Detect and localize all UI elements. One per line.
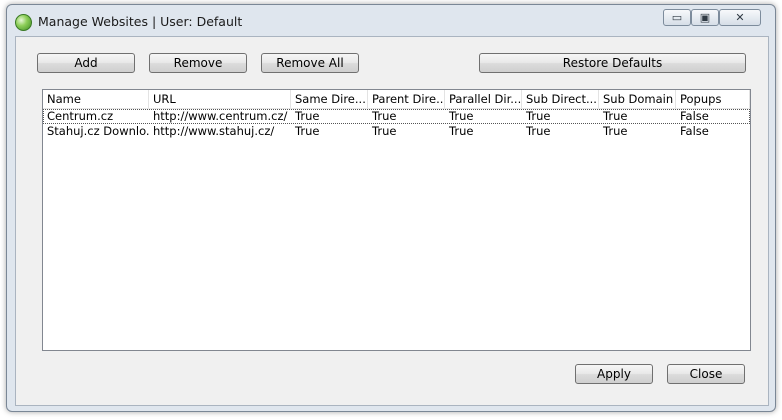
cell-sub-directory: True bbox=[526, 124, 551, 138]
close-icon: ✕ bbox=[735, 11, 745, 24]
dialog-client-area: Add Remove Remove All Restore Defaults N… bbox=[15, 36, 769, 406]
column-header-same-directory[interactable]: Same Dire... bbox=[291, 90, 368, 108]
column-header-name[interactable]: Name bbox=[43, 90, 149, 108]
column-header-sub-directory[interactable]: Sub Direct... bbox=[522, 90, 599, 108]
column-header-popups[interactable]: Popups bbox=[676, 90, 750, 108]
manage-websites-window: Manage Websites | User: Default ▭ ▣ ✕ Ad… bbox=[6, 4, 776, 412]
apply-button[interactable]: Apply bbox=[575, 364, 653, 384]
maximize-icon: ▣ bbox=[699, 11, 711, 24]
cell-parent-directory: True bbox=[372, 109, 397, 123]
column-header-parent-directory[interactable]: Parent Dire... bbox=[368, 90, 445, 108]
app-globe-icon bbox=[15, 14, 32, 31]
cell-sub-domain: True bbox=[603, 109, 628, 123]
cell-name: Centrum.cz bbox=[47, 109, 114, 123]
cell-parent-directory: True bbox=[372, 124, 397, 138]
remove-button[interactable]: Remove bbox=[149, 53, 247, 73]
cell-parallel-directory: True bbox=[449, 124, 474, 138]
cell-name: Stahuj.cz Downlo... bbox=[47, 124, 149, 138]
cell-url: http://www.stahuj.cz/ bbox=[153, 124, 275, 138]
cell-popups: False bbox=[680, 109, 709, 123]
remove-all-button[interactable]: Remove All bbox=[261, 53, 359, 73]
cell-same-directory: True bbox=[295, 109, 320, 123]
websites-list[interactable]: Name URL Same Dire... Parent Dire... Par… bbox=[42, 89, 751, 351]
window-title: Manage Websites | User: Default bbox=[38, 14, 243, 29]
cell-url: http://www.centrum.cz/ bbox=[153, 109, 288, 123]
close-window-button[interactable]: ✕ bbox=[719, 9, 761, 26]
cell-sub-domain: True bbox=[603, 124, 628, 138]
cell-sub-directory: True bbox=[526, 109, 551, 123]
column-header-sub-domain[interactable]: Sub Domain bbox=[599, 90, 676, 108]
add-button[interactable]: Add bbox=[37, 53, 135, 73]
table-row[interactable]: Stahuj.cz Downlo... http://www.stahuj.cz… bbox=[43, 124, 750, 139]
maximize-button[interactable]: ▣ bbox=[691, 9, 719, 26]
cell-same-directory: True bbox=[295, 124, 320, 138]
minimize-icon: ▭ bbox=[671, 11, 683, 24]
minimize-button[interactable]: ▭ bbox=[663, 9, 691, 26]
restore-defaults-button[interactable]: Restore Defaults bbox=[479, 53, 746, 73]
table-row[interactable]: Centrum.cz http://www.centrum.cz/ True T… bbox=[43, 109, 750, 124]
cell-parallel-directory: True bbox=[449, 109, 474, 123]
column-header-parallel-directory[interactable]: Parallel Dir... bbox=[445, 90, 522, 108]
cell-popups: False bbox=[680, 124, 709, 138]
list-header: Name URL Same Dire... Parent Dire... Par… bbox=[43, 90, 750, 109]
column-header-url[interactable]: URL bbox=[149, 90, 291, 108]
close-button[interactable]: Close bbox=[667, 364, 745, 384]
title-bar[interactable]: Manage Websites | User: Default ▭ ▣ ✕ bbox=[7, 5, 775, 35]
